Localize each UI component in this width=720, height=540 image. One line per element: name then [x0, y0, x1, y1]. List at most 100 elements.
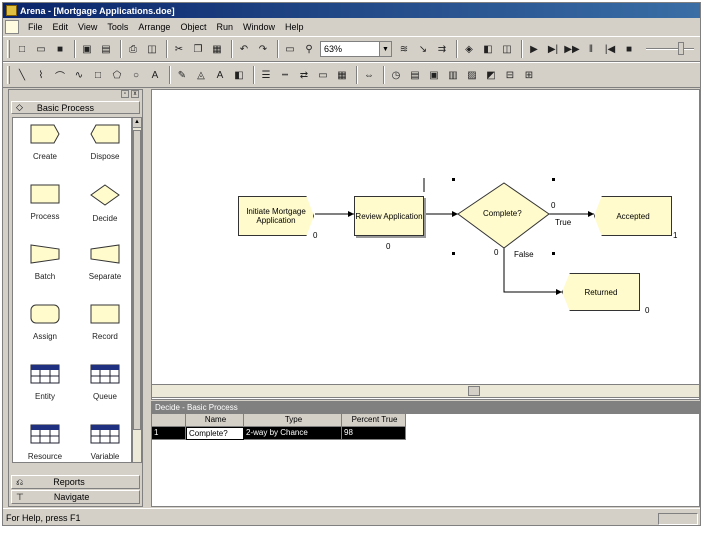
- start-over-icon[interactable]: |◀: [602, 41, 618, 57]
- save-icon[interactable]: ■: [52, 41, 68, 57]
- menu-edit[interactable]: Edit: [48, 22, 74, 32]
- copy-icon[interactable]: ❐: [190, 41, 206, 57]
- module-resource[interactable]: Resource: [17, 424, 73, 462]
- zoom-combobox[interactable]: 63% ▼: [320, 41, 392, 57]
- dispose-returned-node[interactable]: Returned: [562, 273, 640, 311]
- basic-process-panel-header[interactable]: ◇ Basic Process: [11, 101, 140, 114]
- zoom-icon[interactable]: ⚲: [301, 41, 317, 57]
- toolbar-grip[interactable]: [7, 66, 10, 84]
- menu-view[interactable]: View: [73, 22, 102, 32]
- new-icon[interactable]: □: [14, 41, 30, 57]
- navigate-panel-tab[interactable]: ⊤ Navigate: [11, 490, 140, 504]
- bezier-icon[interactable]: ∿: [71, 67, 87, 83]
- clock-icon[interactable]: ◷: [388, 67, 404, 83]
- module-create[interactable]: Create: [17, 124, 73, 182]
- module-variable[interactable]: Variable: [77, 424, 131, 462]
- layers-icon[interactable]: ≋: [396, 41, 412, 57]
- module-batch[interactable]: Batch: [17, 244, 73, 302]
- redo-icon[interactable]: ↷: [255, 41, 271, 57]
- pause-icon[interactable]: ‖: [583, 41, 599, 57]
- menu-file[interactable]: File: [23, 22, 48, 32]
- module-assign[interactable]: Assign: [17, 304, 73, 362]
- module-record[interactable]: Record: [77, 304, 131, 362]
- menu-tools[interactable]: Tools: [102, 22, 133, 32]
- ellipse-icon[interactable]: ○: [128, 67, 144, 83]
- template-detach-icon[interactable]: ▤: [98, 41, 114, 57]
- selection-handle[interactable]: [452, 178, 455, 181]
- undo-icon[interactable]: ↶: [236, 41, 252, 57]
- go-icon[interactable]: ▶: [526, 41, 542, 57]
- line-pattern-icon[interactable]: ▭: [315, 67, 331, 83]
- print-preview-icon[interactable]: ◫: [144, 41, 160, 57]
- submodel-icon[interactable]: ◈: [461, 41, 477, 57]
- percent-true-cell[interactable]: 98: [342, 427, 406, 440]
- menu-arrange[interactable]: Arrange: [133, 22, 175, 32]
- line-style-icon[interactable]: ┅: [277, 67, 293, 83]
- end-icon[interactable]: ■: [621, 41, 637, 57]
- template-attach-icon[interactable]: ▣: [79, 41, 95, 57]
- fill-pattern-icon[interactable]: ▦: [334, 67, 350, 83]
- arrow-style-icon[interactable]: ⇄: [296, 67, 312, 83]
- module-entity[interactable]: Entity: [17, 364, 73, 422]
- box-icon[interactable]: □: [90, 67, 106, 83]
- line-icon[interactable]: ╲: [14, 67, 30, 83]
- reports-panel-tab[interactable]: ⎌ Reports: [11, 475, 140, 489]
- background-color-icon[interactable]: ◧: [231, 67, 247, 83]
- fast-forward-icon[interactable]: ▶▶: [564, 41, 580, 57]
- document-icon[interactable]: [5, 20, 19, 34]
- module-dispose[interactable]: Dispose: [77, 124, 131, 182]
- module-process[interactable]: Process: [17, 184, 73, 242]
- type-cell[interactable]: 2-way by Chance: [244, 427, 342, 440]
- table-row[interactable]: 1 Complete? 2-way by Chance 98: [152, 427, 699, 440]
- scroll-thumb[interactable]: [133, 130, 141, 430]
- column-header-name[interactable]: Name: [186, 414, 244, 427]
- view-icon[interactable]: ▭: [282, 41, 298, 57]
- dispose-accepted-node[interactable]: Accepted: [594, 196, 672, 236]
- chevron-down-icon[interactable]: ▼: [379, 42, 391, 56]
- name-cell-input[interactable]: Complete?: [186, 427, 244, 440]
- open-icon[interactable]: ▭: [33, 41, 49, 57]
- step-icon[interactable]: ▶|: [545, 41, 561, 57]
- menu-help[interactable]: Help: [280, 22, 309, 32]
- text-icon[interactable]: A: [147, 67, 163, 83]
- polyline-icon[interactable]: ⌇: [33, 67, 49, 83]
- create-module-node[interactable]: Initiate Mortgage Application: [238, 196, 314, 236]
- module-decide[interactable]: Decide: [77, 184, 131, 242]
- slider-thumb[interactable]: [678, 42, 684, 55]
- resource-icon[interactable]: ⊞: [521, 67, 537, 83]
- selection-handle[interactable]: [552, 178, 555, 181]
- menu-run[interactable]: Run: [211, 22, 238, 32]
- cut-icon[interactable]: ✂: [171, 41, 187, 57]
- selection-handle[interactable]: [452, 252, 455, 255]
- text-color-icon[interactable]: A: [212, 67, 228, 83]
- line-width-icon[interactable]: ☰: [258, 67, 274, 83]
- canvas-horizontal-scrollbar[interactable]: [151, 384, 700, 398]
- title-bar[interactable]: Arena - [Mortgage Applications.doe]: [3, 3, 700, 18]
- module-queue[interactable]: Queue: [77, 364, 131, 422]
- process-module-node[interactable]: Review Application: [354, 196, 424, 236]
- flowchart-canvas[interactable]: Initiate Mortgage Application 0 Review A…: [151, 89, 700, 400]
- date-icon[interactable]: ▤: [407, 67, 423, 83]
- variable-icon[interactable]: ▣: [426, 67, 442, 83]
- histogram-icon[interactable]: ▨: [464, 67, 480, 83]
- smart-connect-icon[interactable]: ⇉: [434, 41, 450, 57]
- column-header-type[interactable]: Type: [244, 414, 342, 427]
- selection-handle[interactable]: [552, 252, 555, 255]
- named-views-icon[interactable]: ◧: [480, 41, 496, 57]
- level-icon[interactable]: ▥: [445, 67, 461, 83]
- line-color-icon[interactable]: ✎: [174, 67, 190, 83]
- queue-icon[interactable]: ⊟: [502, 67, 518, 83]
- palette-scrollbar[interactable]: ▲: [132, 117, 142, 463]
- print-icon[interactable]: ⎙: [125, 41, 141, 57]
- connect-icon[interactable]: ↘: [415, 41, 431, 57]
- show-dimensions-icon[interactable]: ⇔: [361, 67, 377, 83]
- menu-object[interactable]: Object: [175, 22, 211, 32]
- row-index[interactable]: 1: [152, 427, 186, 440]
- arc-icon[interactable]: ⌒: [52, 67, 68, 83]
- polygon-icon[interactable]: ⬠: [109, 67, 125, 83]
- scroll-up-icon[interactable]: ▲: [133, 118, 141, 128]
- display-icon[interactable]: ◫: [499, 41, 515, 57]
- paste-icon[interactable]: ▦: [209, 41, 225, 57]
- restore-icon[interactable]: ▫: [121, 90, 129, 98]
- toolbar-grip[interactable]: [7, 40, 10, 58]
